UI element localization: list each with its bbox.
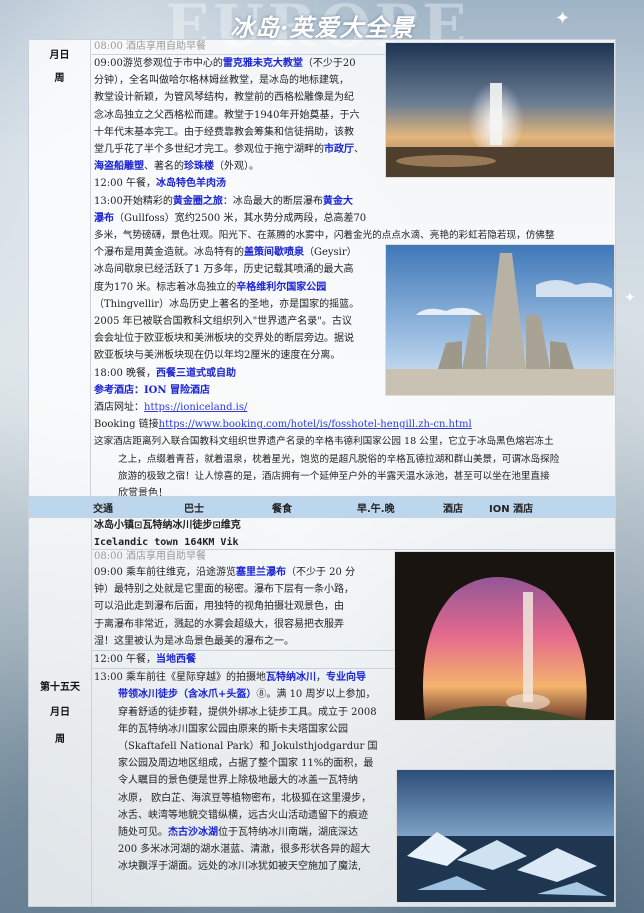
text-line: 欧亚板块与美洲板块现在仍以年均2厘米的速度在分离。 xyxy=(94,350,341,362)
day-label: 月日 周 xyxy=(29,40,91,496)
text-line: 海盗船雕塑、著名的珍珠楼（外观）。 xyxy=(94,161,259,173)
day-date: 月日 xyxy=(49,50,70,61)
highlight: 黄金圈之旅 xyxy=(172,195,223,207)
highlight: 海盗船雕塑 xyxy=(94,161,144,173)
highlight: 瀑布 xyxy=(94,212,114,224)
geyser-photo xyxy=(385,42,615,178)
text-line: 教堂设计新颖，为管风琴结构，教堂前的西格松雕像是为纪 xyxy=(94,92,354,104)
text-line: 念冰岛独立之父西格松而建。教堂于1940年开始奠基，于六 xyxy=(94,109,360,121)
meal-label: 餐食 xyxy=(272,504,292,515)
day-date: 月日 xyxy=(50,707,70,718)
text-line: 于离瀑布非常近，溅起的水雾会超级大，很容易把衣服弄 xyxy=(94,618,344,630)
text-line: 多米，气势磅礴，景色壮观。阳光下、在蒸腾的水雾中，闪着金光的点点水滴、亮艳的彩虹… xyxy=(94,230,555,242)
hotel-value: ION 酒店 xyxy=(489,504,534,515)
hotel-label: 酒店 xyxy=(443,504,463,515)
text-line: 分钟），全名叫做哈尔格林姆丝教堂，是冰岛的地标建筑， xyxy=(94,75,349,87)
text-line: 钟）最特别之处就是它里面的秘密。瀑布下层有一条小路， xyxy=(94,584,354,596)
text-line: 瀑布（Gullfoss）宽约2500 米，其水势分成两段，总高差70 xyxy=(94,212,367,224)
hotel-url-line: 酒店网址：https://ioniceland.is/ xyxy=(94,402,248,414)
text-line: 十年代末基本完工。由于经费靠教会筹集和信徒捐助，该教 xyxy=(94,126,354,138)
highlight: 西餐三道式或自助 xyxy=(156,367,236,379)
day-week: 周 xyxy=(54,73,65,84)
text-line: 09:00游览参观位于市中心的雷克雅未克大教堂（不少于20 xyxy=(94,58,356,69)
transport-value: 巴士 xyxy=(184,504,204,515)
day-label: 第十五天 月日 周 xyxy=(29,517,92,906)
text-line: 09:00 乘车前往维克，沿途游览塞里兰瀑布（不少于 20 分 xyxy=(94,567,356,578)
text-line: 堂几乎花了半个多世纪才完工。参观位于拖宁湖畔的市政厅、 xyxy=(94,144,364,156)
highlight: 杰古沙冰湖 xyxy=(168,827,218,839)
page-title: 冰岛·英爱大全景 xyxy=(230,13,415,42)
text-line: 13:00 乘车前往《星际穿越》的拍摄地瓦特纳冰川，专业向导 xyxy=(94,672,366,684)
text-line: （Thingvellir）冰岛历史上著名的圣地，亦是国家的摇篮。 xyxy=(94,298,360,310)
highlight: 专业向导 xyxy=(326,672,366,684)
text-line: 个瀑布是用黄金造就。冰岛特有的盖策间歇喷泉（Geysir） xyxy=(94,247,357,259)
text-line: 度为170 米。标志着冰岛独立的辛格维利尔国家公园 xyxy=(94,281,327,293)
highlight: 带领冰川徒步（含冰爪+头盔） xyxy=(118,689,257,701)
highlight: 冰岛特色羊肉汤 xyxy=(156,178,226,190)
highlight: 市政厅 xyxy=(324,144,354,156)
transport-row: 交通 巴士 餐食 早.午.晚 酒店 ION 酒店 xyxy=(29,496,615,518)
highlight: 盖策间歇喷泉 xyxy=(244,247,304,259)
text-line: 可以沿此走到瀑布后面，用独特的视角拍摄壮观景色，由 xyxy=(94,601,344,613)
itinerary-table: 月日 周 08:00 酒店享用自助早餐 09:00游览参观位于市中心的雷克雅未克… xyxy=(28,39,616,907)
transport-label: 交通 xyxy=(93,504,113,515)
glacier-lagoon-photo xyxy=(396,769,615,903)
highlight: 珍珠楼 xyxy=(184,161,214,173)
cathedral-photo xyxy=(385,244,615,396)
text-line: 2005 年已被联合国教科文组织列入"世界遗产名录"。古议 xyxy=(94,316,352,328)
booking-line: Booking 链接https://www.booking.com/hotel/… xyxy=(94,419,472,431)
highlight: 雷克雅未克大教堂 xyxy=(222,58,303,69)
text-line: 湿！这里被认为是冰岛景色最美的瀑布之一。 xyxy=(94,635,294,647)
sparkle-icon: ✦ xyxy=(555,8,571,29)
route-title: 冰岛小镇⊡瓦特纳冰川徒步⊡维克 xyxy=(94,520,241,531)
highlight: 黄金大 xyxy=(322,195,353,207)
text-line: （Skaftafell National Park）和 Jokulsthjodg… xyxy=(118,741,378,753)
sparkle-icon: ✦ xyxy=(624,290,636,306)
day-number: 第十五天 xyxy=(40,682,80,693)
highlight: 瓦特纳冰川 xyxy=(266,672,316,684)
highlight: 当地西餐 xyxy=(156,654,196,666)
highlight: 塞里兰瀑布 xyxy=(236,567,286,578)
meal-value: 早.午.晚 xyxy=(357,504,395,515)
hotel-desc: 旅游的极致之宿！让人惊喜的是，酒店拥有一个延伸至户外的半露天温水泳池，甚至可以坐… xyxy=(118,470,550,482)
text-line: 年的瓦特纳冰川国家公园由原来的斯卡夫塔国家公园 xyxy=(118,723,348,735)
hotel-desc: 之上，点缀着青苔，就着温泉，枕着星光，饱览的是超凡脱俗的辛格瓦德拉湖和群山美景，… xyxy=(118,453,560,465)
hotel-desc: 这家酒店距离列入联合国教科文组织世界遗产名录的辛格韦德利国家公园 18 公里，它… xyxy=(94,436,554,448)
hotel-website-link[interactable]: https://ioniceland.is/ xyxy=(144,402,247,413)
text-line: 冰岛间歇泉已经活跃了1 万多年，历史记载其喷涌的最大高 xyxy=(94,264,354,276)
day-week: 周 xyxy=(55,734,65,745)
lunch-line: 12:00 午餐，冰岛特色羊肉汤 xyxy=(94,178,226,190)
text-line: 会会址位于欧亚板块和美洲板块的交界处的断层旁边。据说 xyxy=(94,333,354,345)
text-line: 13:00开始精彩的黄金圈之旅：冰岛最大的断层瀑布黄金大 xyxy=(94,195,353,207)
waterfall-photo xyxy=(394,551,615,721)
highlight: 辛格维利尔国家公园 xyxy=(236,281,327,293)
text-line: 带领冰川徒步（含冰爪+头盔）⑧。满 10 周岁以上参加， xyxy=(118,689,376,701)
booking-link[interactable]: https://www.booking.com/hotel/is/fosshot… xyxy=(159,419,472,430)
